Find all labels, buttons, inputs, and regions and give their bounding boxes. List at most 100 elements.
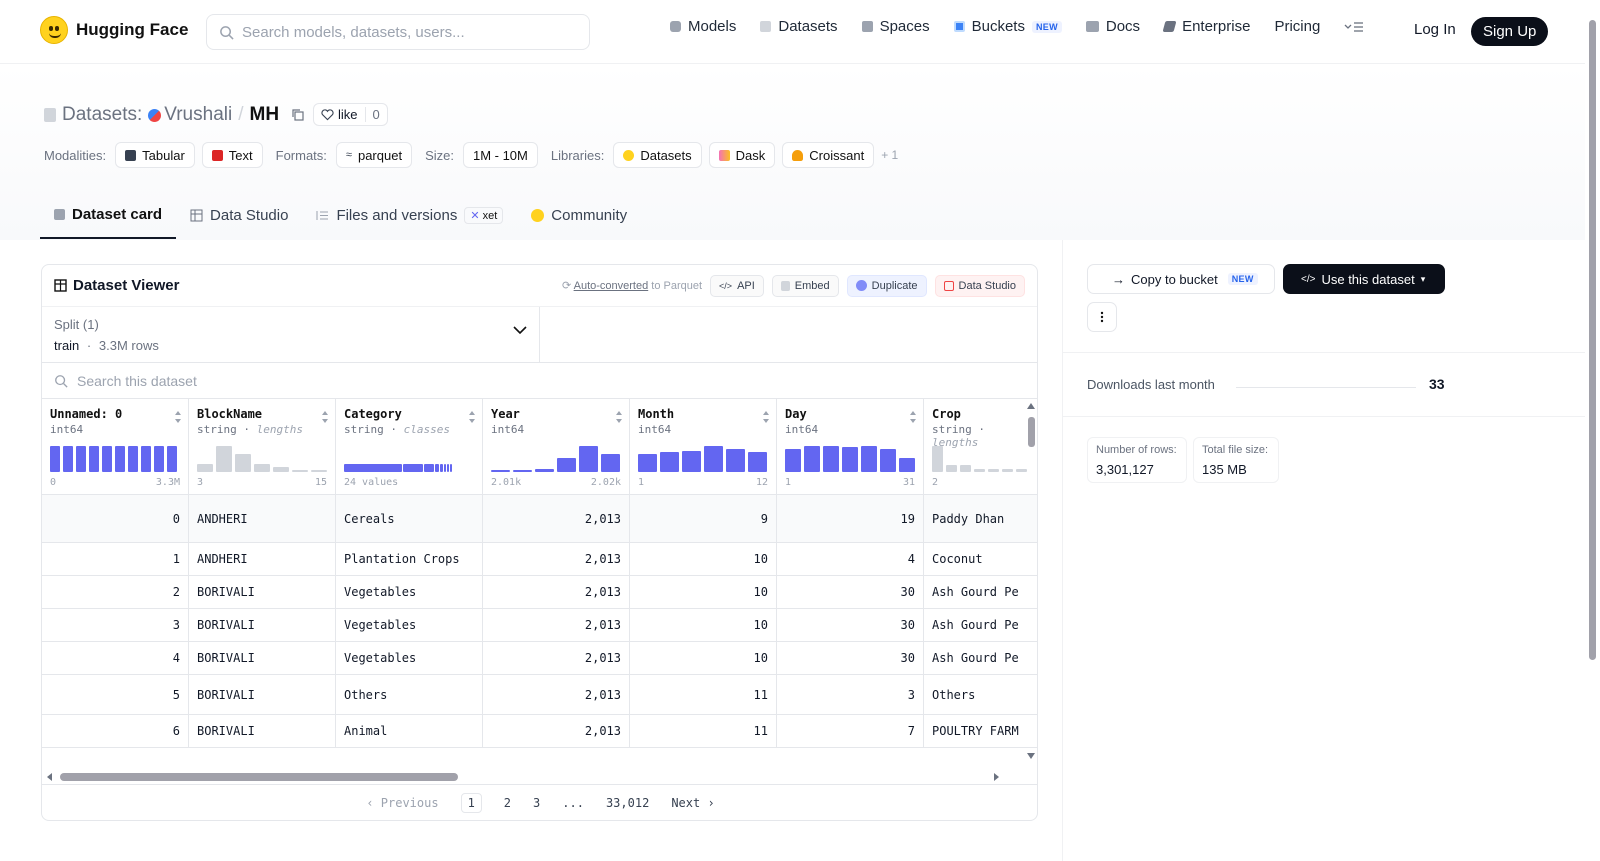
- table-cell[interactable]: Paddy Dhan: [924, 495, 1037, 542]
- table-cell[interactable]: 10: [630, 543, 777, 575]
- table-cell[interactable]: 2,013: [483, 675, 630, 714]
- auto-converted-link[interactable]: Auto-converted: [574, 280, 649, 292]
- more-libraries[interactable]: + 1: [881, 148, 898, 162]
- repo-owner[interactable]: Vrushali: [164, 104, 232, 126]
- table-row[interactable]: 4 BORIVALI Vegetables 2,013 10 30 Ash Gourd Pe: [42, 642, 1037, 675]
- tab-files-versions[interactable]: Files and versions ✕ xet: [302, 196, 517, 239]
- table-cell[interactable]: 10: [630, 609, 777, 641]
- column-header[interactable]: Day int64 1 31: [777, 399, 924, 495]
- column-histogram[interactable]: [197, 444, 327, 472]
- column-histogram[interactable]: [50, 444, 177, 472]
- table-cell[interactable]: Others: [924, 675, 1037, 714]
- duplicate-button[interactable]: Duplicate: [846, 274, 927, 297]
- page-scrollbar[interactable]: [1585, 0, 1600, 861]
- table-cell[interactable]: ANDHERI: [189, 495, 336, 542]
- table-cell[interactable]: Cereals: [336, 495, 483, 542]
- table-cell[interactable]: Ash Gourd Pe: [924, 642, 1037, 674]
- tag-size[interactable]: 1M - 10M: [462, 142, 538, 168]
- page-scrollbar-thumb[interactable]: [1589, 20, 1596, 660]
- nav-models[interactable]: Models: [670, 18, 736, 35]
- copy-icon[interactable]: [291, 108, 305, 122]
- table-cell[interactable]: 30: [777, 642, 924, 674]
- table-cell[interactable]: 11: [630, 675, 777, 714]
- table-cell[interactable]: 9: [630, 495, 777, 542]
- table-cell[interactable]: 2,013: [483, 715, 630, 747]
- horizontal-scrollbar[interactable]: [42, 770, 1037, 784]
- copy-to-bucket-button[interactable]: → Copy to bucket NEW: [1087, 264, 1275, 294]
- more-options-button[interactable]: [1087, 302, 1117, 332]
- table-cell[interactable]: BORIVALI: [189, 675, 336, 714]
- table-cell[interactable]: 2: [42, 576, 189, 608]
- tab-dataset-card[interactable]: Dataset card: [40, 196, 177, 239]
- column-header[interactable]: Year int64 2.01k 2.02k: [483, 399, 630, 495]
- tag-text[interactable]: Text: [201, 142, 263, 168]
- page-1-button[interactable]: 1: [460, 792, 482, 813]
- tag-datasets-lib[interactable]: Datasets: [613, 142, 702, 168]
- table-cell[interactable]: Vegetables: [336, 576, 483, 608]
- table-cell[interactable]: BORIVALI: [189, 715, 336, 747]
- prev-page-button[interactable]: ‹ Previous: [366, 796, 438, 810]
- page-3-button[interactable]: 3: [533, 796, 540, 810]
- vertical-scrollbar[interactable]: [1025, 399, 1037, 769]
- table-row[interactable]: 6 BORIVALI Animal 2,013 11 7 POULTRY FARM: [42, 715, 1037, 748]
- column-header[interactable]: Month int64 1 12: [630, 399, 777, 495]
- table-cell[interactable]: Plantation Crops: [336, 543, 483, 575]
- table-cell[interactable]: 6: [42, 715, 189, 747]
- table-cell[interactable]: 2,013: [483, 495, 630, 542]
- table-cell[interactable]: 4: [777, 543, 924, 575]
- table-cell[interactable]: 4: [42, 642, 189, 674]
- table-cell[interactable]: 30: [777, 609, 924, 641]
- sort-icon[interactable]: [762, 410, 770, 424]
- tag-dask[interactable]: Dask: [708, 142, 776, 168]
- data-studio-button[interactable]: Data Studio: [934, 274, 1025, 297]
- table-row[interactable]: 1 ANDHERI Plantation Crops 2,013 10 4 Coconut: [42, 543, 1037, 576]
- table-cell[interactable]: 1: [42, 543, 189, 575]
- table-cell[interactable]: 30: [777, 576, 924, 608]
- sort-icon[interactable]: [615, 410, 623, 424]
- column-histogram[interactable]: [932, 444, 1027, 472]
- table-cell[interactable]: BORIVALI: [189, 576, 336, 608]
- table-row[interactable]: 0 ANDHERI Cereals 2,013 9 19 Paddy Dhan: [42, 495, 1037, 543]
- column-histogram[interactable]: [344, 444, 452, 472]
- next-page-button[interactable]: Next ›: [671, 796, 714, 810]
- table-cell[interactable]: Coconut: [924, 543, 1037, 575]
- table-row[interactable]: 3 BORIVALI Vegetables 2,013 10 30 Ash Gourd Pe: [42, 609, 1037, 642]
- table-cell[interactable]: Vegetables: [336, 609, 483, 641]
- table-cell[interactable]: 5: [42, 675, 189, 714]
- table-cell[interactable]: 19: [777, 495, 924, 542]
- repo-name[interactable]: MH: [250, 104, 280, 126]
- signup-button[interactable]: Sign Up: [1471, 17, 1549, 46]
- table-cell[interactable]: 0: [42, 495, 189, 542]
- table-cell[interactable]: 7: [777, 715, 924, 747]
- table-row[interactable]: 5 BORIVALI Others 2,013 11 3 Others: [42, 675, 1037, 715]
- table-cell[interactable]: 2,013: [483, 543, 630, 575]
- brand-logo[interactable]: Hugging Face: [40, 16, 188, 44]
- login-link[interactable]: Log In: [1414, 21, 1456, 38]
- table-cell[interactable]: 10: [630, 576, 777, 608]
- tag-croissant[interactable]: Croissant: [782, 142, 875, 168]
- table-cell[interactable]: Animal: [336, 715, 483, 747]
- table-cell[interactable]: BORIVALI: [189, 609, 336, 641]
- use-dataset-button[interactable]: </> Use this dataset ▾: [1283, 264, 1445, 294]
- table-cell[interactable]: Others: [336, 675, 483, 714]
- nav-spaces[interactable]: Spaces: [861, 18, 930, 35]
- like-button[interactable]: like 0: [313, 103, 388, 126]
- tag-tabular[interactable]: Tabular: [115, 142, 195, 168]
- table-cell[interactable]: 10: [630, 642, 777, 674]
- nav-datasets[interactable]: Datasets: [760, 18, 838, 35]
- sort-icon[interactable]: [174, 410, 182, 424]
- table-cell[interactable]: 11: [630, 715, 777, 747]
- split-select[interactable]: Split (1) train · 3.3M rows: [42, 307, 540, 362]
- table-cell[interactable]: Ash Gourd Pe: [924, 576, 1037, 608]
- nav-buckets[interactable]: Buckets NEW: [953, 18, 1062, 35]
- tag-parquet[interactable]: ≈ parquet: [335, 142, 413, 168]
- sort-icon[interactable]: [321, 410, 329, 424]
- column-header[interactable]: Category string · classes 24 values: [336, 399, 483, 495]
- nav-pricing[interactable]: Pricing: [1274, 18, 1320, 35]
- column-header[interactable]: Unnamed: 0 int64 0 3.3M: [42, 399, 189, 495]
- column-header[interactable]: Crop string · lengths 2: [924, 399, 1037, 495]
- table-cell[interactable]: 2,013: [483, 576, 630, 608]
- page-2-button[interactable]: 2: [504, 796, 511, 810]
- table-row[interactable]: 2 BORIVALI Vegetables 2,013 10 30 Ash Gourd Pe: [42, 576, 1037, 609]
- sort-icon[interactable]: [909, 410, 917, 424]
